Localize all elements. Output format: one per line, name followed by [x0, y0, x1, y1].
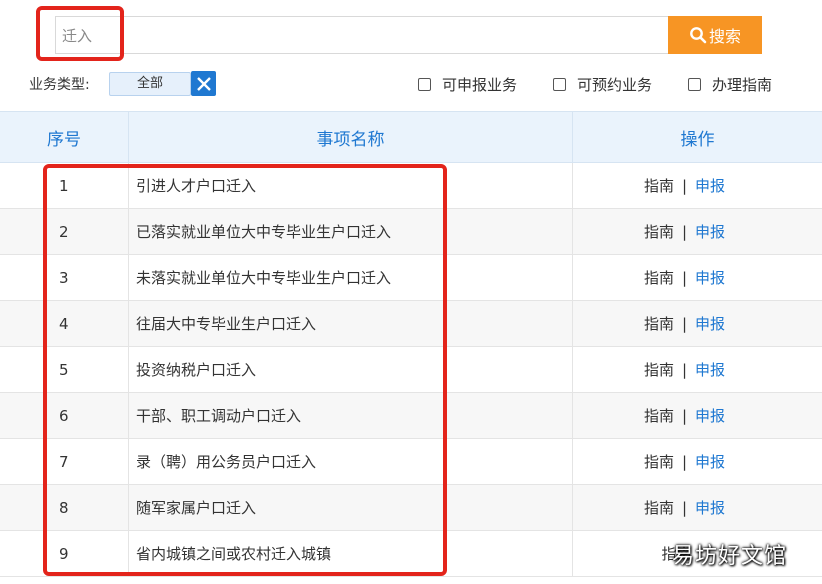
header-name: 事项名称 — [129, 112, 573, 162]
row-seq: 8 — [0, 485, 129, 530]
row-seq: 2 — [0, 209, 129, 254]
row-name[interactable]: 干部、职工调动户口迁入 — [129, 393, 573, 438]
search-button-label: 搜索 — [708, 27, 741, 46]
action-separator: | — [681, 222, 688, 241]
row-seq: 6 — [0, 393, 129, 438]
action-separator: | — [681, 406, 688, 425]
action-separator: | — [681, 176, 688, 195]
action-separator: | — [681, 452, 688, 471]
table-row: 5 投资纳税户口迁入 指南 | 申报 — [0, 347, 822, 393]
header-op: 操作 — [680, 129, 715, 150]
apply-link[interactable]: 申报 — [695, 451, 725, 472]
checkbox-box[interactable] — [418, 78, 431, 91]
search-icon — [690, 27, 707, 44]
apply-link[interactable]: 申报 — [695, 313, 725, 334]
row-seq: 1 — [0, 163, 129, 208]
row-name[interactable]: 录（聘）用公务员户口迁入 — [129, 439, 573, 484]
guide-link[interactable]: 指南 — [644, 497, 674, 518]
row-seq: 9 — [0, 531, 129, 576]
watermark: 易坊好文馆 — [672, 544, 788, 569]
guide-link[interactable]: 指南 — [644, 451, 674, 472]
close-icon — [196, 76, 211, 91]
checkbox-declarable[interactable]: 可申报业务 — [418, 74, 517, 95]
row-name[interactable]: 引进人才户口迁入 — [129, 163, 573, 208]
row-actions: 指南 | 申报 — [573, 301, 822, 346]
row-seq: 5 — [0, 347, 129, 392]
checkbox-box[interactable] — [553, 78, 566, 91]
table-row: 3 未落实就业单位大中专毕业生户口迁入 指南 | 申报 — [0, 255, 822, 301]
search-input[interactable] — [55, 16, 669, 54]
header-seq: 序号 — [0, 112, 129, 162]
apply-link[interactable]: 申报 — [695, 359, 725, 380]
table-row: 2 已落实就业单位大中专毕业生户口迁入 指南 | 申报 — [0, 209, 822, 255]
checkbox-bookable[interactable]: 可预约业务 — [553, 74, 652, 95]
table-body: 1 引进人才户口迁入 指南 | 申报 2 已落实就业单位大中专毕业生户口迁入 指南 | 申报 3 未落… — [0, 163, 822, 577]
table-row: 4 往届大中专毕业生户口迁入 指南 | 申报 — [0, 301, 822, 347]
table-row: 6 干部、职工调动户口迁入 指南 | 申报 — [0, 393, 822, 439]
row-name[interactable]: 未落实就业单位大中专毕业生户口迁入 — [129, 255, 573, 300]
apply-link[interactable]: 申报 — [695, 267, 725, 288]
row-actions: 指南 | 申报 — [573, 347, 822, 392]
action-separator: | — [681, 314, 688, 333]
row-actions: 指南 | 申报 — [573, 255, 822, 300]
guide-link[interactable]: 指南 — [644, 313, 674, 334]
checkbox-label: 可申报业务 — [442, 76, 518, 94]
business-type-label: 业务类型: — [29, 77, 90, 93]
row-seq: 7 — [0, 439, 129, 484]
row-seq: 4 — [0, 301, 129, 346]
search-button[interactable]: 搜索 — [668, 16, 762, 54]
row-name[interactable]: 投资纳税户口迁入 — [129, 347, 573, 392]
business-type-tag[interactable]: 全部 — [109, 72, 191, 96]
table-header: 序号 事项名称 操作 — [0, 111, 822, 163]
guide-link[interactable]: 指南 — [644, 221, 674, 242]
apply-link[interactable]: 申报 — [695, 497, 725, 518]
checkbox-label: 可预约业务 — [577, 76, 653, 94]
table-row: 1 引进人才户口迁入 指南 | 申报 — [0, 163, 822, 209]
row-actions: 指南 | 申报 — [573, 393, 822, 438]
row-actions: 指南 | 申报 — [573, 209, 822, 254]
action-separator: | — [681, 360, 688, 379]
row-seq: 3 — [0, 255, 129, 300]
row-actions: 指南 | 申报 — [573, 439, 822, 484]
tag-close-button[interactable] — [191, 71, 216, 96]
guide-link[interactable]: 指南 — [644, 175, 674, 196]
row-name[interactable]: 随军家属户口迁入 — [129, 485, 573, 530]
checkbox-box[interactable] — [688, 78, 701, 91]
action-separator: | — [681, 268, 688, 287]
apply-link[interactable]: 申报 — [695, 175, 725, 196]
row-actions: 指南 | 申报 — [573, 163, 822, 208]
action-separator: | — [681, 498, 688, 517]
row-actions: 指南 | 申报 — [573, 485, 822, 530]
apply-link[interactable]: 申报 — [695, 221, 725, 242]
guide-link[interactable]: 指南 — [644, 405, 674, 426]
items-table: 序号 事项名称 操作 1 引进人才户口迁入 指南 | 申报 2 已落实就业单位大中专毕业生户… — [0, 111, 822, 577]
checkbox-guide[interactable]: 办理指南 — [688, 74, 772, 95]
row-name[interactable]: 已落实就业单位大中专毕业生户口迁入 — [129, 209, 573, 254]
row-name[interactable]: 省内城镇之间或农村迁入城镇 — [129, 531, 573, 576]
guide-link[interactable]: 指南 — [644, 359, 674, 380]
table-row: 8 随军家属户口迁入 指南 | 申报 — [0, 485, 822, 531]
checkbox-label: 办理指南 — [712, 76, 773, 94]
apply-link[interactable]: 申报 — [695, 405, 725, 426]
guide-link[interactable]: 指南 — [644, 267, 674, 288]
table-row: 7 录（聘）用公务员户口迁入 指南 | 申报 — [0, 439, 822, 485]
row-name[interactable]: 往届大中专毕业生户口迁入 — [129, 301, 573, 346]
